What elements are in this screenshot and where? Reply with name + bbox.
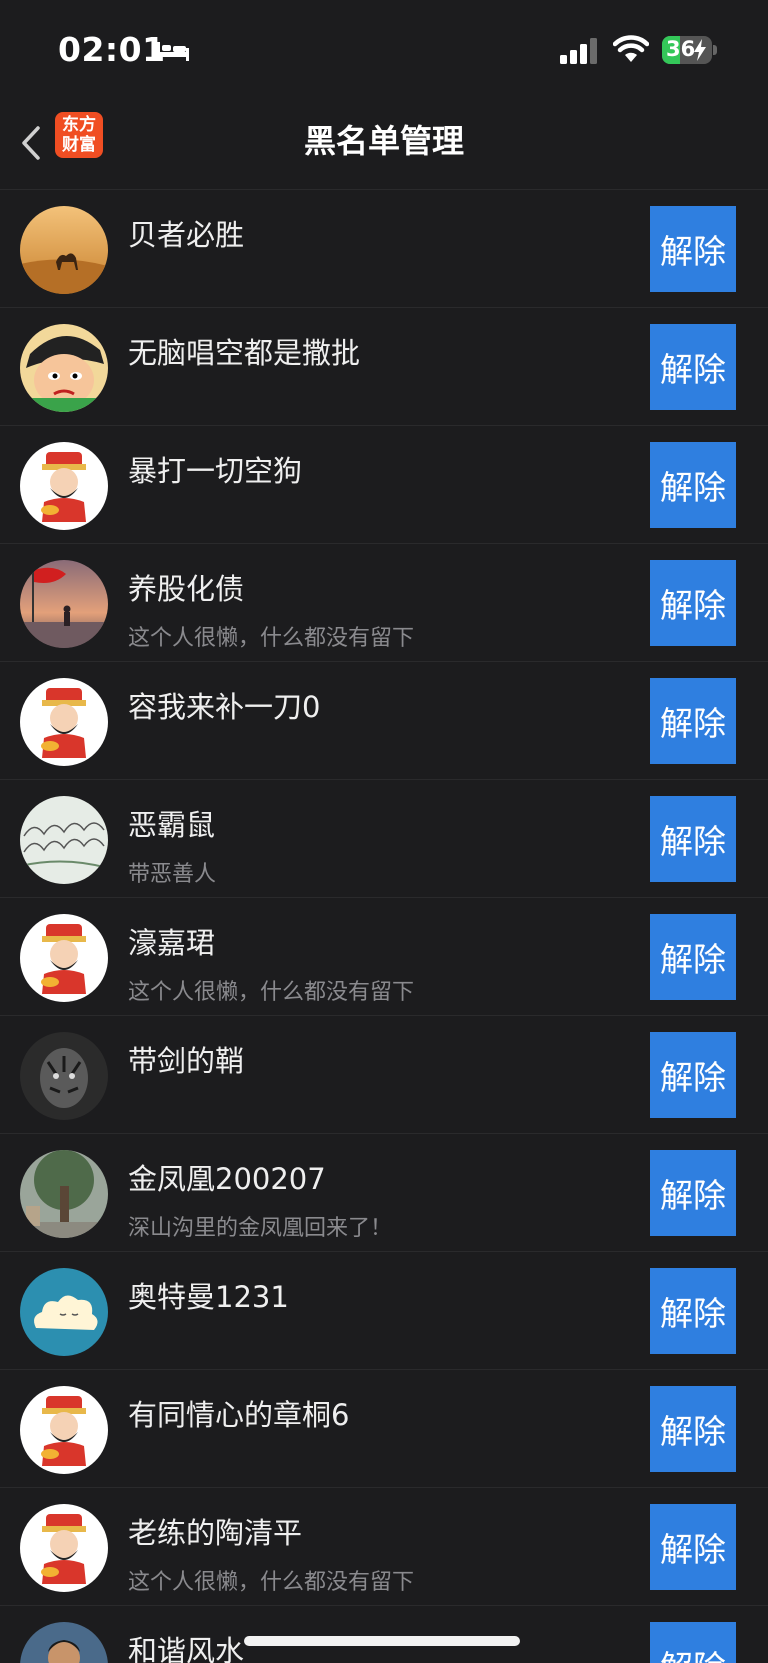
username: 金凤凰200207 xyxy=(128,1162,326,1196)
red-flag-sunset-avatar[interactable] xyxy=(20,560,108,648)
cartoon-face-avatar[interactable] xyxy=(20,324,108,412)
blocked-user-row: 恶霸鼠 带恶善人 解除 xyxy=(0,780,768,898)
bed-icon xyxy=(157,42,189,61)
unblock-button[interactable]: 解除 xyxy=(650,1268,736,1354)
blocked-user-row: 容我来补一刀0 解除 xyxy=(0,662,768,780)
username: 带剑的鞘 xyxy=(128,1044,245,1078)
fortune-god-avatar[interactable] xyxy=(20,442,108,530)
unblock-button[interactable]: 解除 xyxy=(650,796,736,882)
home-indicator xyxy=(244,1636,520,1646)
blocked-user-row: 暴打一切空狗 解除 xyxy=(0,426,768,544)
person-photo-avatar[interactable] xyxy=(20,1622,108,1663)
blocked-user-row: 和谐风水 解除 xyxy=(0,1606,768,1663)
username: 容我来补一刀0 xyxy=(128,690,321,724)
fortune-god-avatar[interactable] xyxy=(20,1386,108,1474)
username: 有同情心的章桐6 xyxy=(128,1398,350,1432)
tree-park-avatar[interactable] xyxy=(20,1150,108,1238)
fortune-god-avatar[interactable] xyxy=(20,1504,108,1592)
status-time: 02:01 xyxy=(58,30,166,69)
user-bio: 这个人很懒，什么都没有留下 xyxy=(128,1570,415,1595)
username: 贝者必胜 xyxy=(128,218,245,252)
unblock-button[interactable]: 解除 xyxy=(650,1386,736,1472)
user-bio: 深山沟里的金凤凰回来了！ xyxy=(128,1216,393,1241)
blocked-user-row: 带剑的鞘 解除 xyxy=(0,1016,768,1134)
sketch-drawing-avatar[interactable] xyxy=(20,796,108,884)
user-bio: 带恶善人 xyxy=(128,862,217,887)
status-bar: 02:01 36 xyxy=(0,0,768,100)
battery-percentage: 36 xyxy=(666,37,696,61)
unblock-button[interactable]: 解除 xyxy=(650,1622,736,1663)
unblock-button[interactable]: 解除 xyxy=(650,442,736,528)
charging-bolt-icon xyxy=(694,39,706,61)
signal-icon xyxy=(560,38,597,64)
unblock-button[interactable]: 解除 xyxy=(650,1504,736,1590)
username: 恶霸鼠 xyxy=(128,808,216,842)
fortune-god-avatar[interactable] xyxy=(20,914,108,1002)
unblock-button[interactable]: 解除 xyxy=(650,206,736,292)
blocked-user-row: 无脑唱空都是撒批 解除 xyxy=(0,308,768,426)
unblock-button[interactable]: 解除 xyxy=(650,324,736,410)
blocked-user-row: 贝者必胜 解除 xyxy=(0,190,768,308)
navigation-bar: 东方 财富 黑名单管理 xyxy=(0,100,768,190)
username: 养股化债 xyxy=(128,572,245,606)
desert-camel-avatar[interactable] xyxy=(20,206,108,294)
blocked-user-list: 贝者必胜 解除 无脑唱空都是撒批 解除 暴打一切空狗 解除 养股化债 这个人很懒… xyxy=(0,190,768,1663)
tiger-avatar[interactable] xyxy=(20,1032,108,1120)
user-bio: 这个人很懒，什么都没有留下 xyxy=(128,626,415,651)
username: 老练的陶清平 xyxy=(128,1516,303,1550)
unblock-button[interactable]: 解除 xyxy=(650,1150,736,1236)
battery-icon: 36 xyxy=(662,36,718,64)
blocked-user-row: 有同情心的章桐6 解除 xyxy=(0,1370,768,1488)
username: 暴打一切空狗 xyxy=(128,454,303,488)
cloud-avatar[interactable] xyxy=(20,1268,108,1356)
unblock-button[interactable]: 解除 xyxy=(650,560,736,646)
unblock-button[interactable]: 解除 xyxy=(650,914,736,1000)
blocked-user-row: 养股化债 这个人很懒，什么都没有留下 解除 xyxy=(0,544,768,662)
username: 无脑唱空都是撒批 xyxy=(128,336,361,370)
wifi-icon xyxy=(613,35,649,62)
username: 濠嘉珺 xyxy=(128,926,216,960)
blocked-user-row: 金凤凰200207 深山沟里的金凤凰回来了！ 解除 xyxy=(0,1134,768,1252)
unblock-button[interactable]: 解除 xyxy=(650,678,736,764)
blocked-user-row: 奥特曼1231 解除 xyxy=(0,1252,768,1370)
username: 和谐风水 xyxy=(128,1634,245,1663)
username: 奥特曼1231 xyxy=(128,1280,289,1314)
blocked-user-row: 老练的陶清平 这个人很懒，什么都没有留下 解除 xyxy=(0,1488,768,1606)
page-title: 黑名单管理 xyxy=(303,122,464,160)
blocked-user-row: 濠嘉珺 这个人很懒，什么都没有留下 解除 xyxy=(0,898,768,1016)
user-bio: 这个人很懒，什么都没有留下 xyxy=(128,980,415,1005)
fortune-god-avatar[interactable] xyxy=(20,678,108,766)
unblock-button[interactable]: 解除 xyxy=(650,1032,736,1118)
